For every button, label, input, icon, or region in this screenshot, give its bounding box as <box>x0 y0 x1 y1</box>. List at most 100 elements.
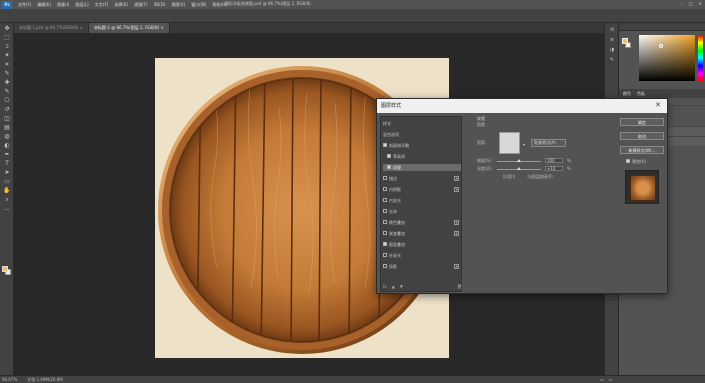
style-item[interactable]: 纹理 <box>383 164 461 171</box>
depth-input[interactable]: +10 <box>545 166 563 171</box>
style-item[interactable]: 描边 + <box>383 175 461 182</box>
menu-image[interactable]: 图像(I) <box>57 2 69 8</box>
pen-icon[interactable]: ✒ <box>3 151 11 158</box>
eyedropper-icon[interactable]: ✎ <box>3 70 11 77</box>
style-checkbox[interactable] <box>383 143 387 147</box>
zoom-level[interactable]: 66.67% <box>2 377 17 382</box>
menu-3d[interactable]: 3D(D) <box>154 2 166 7</box>
hue-slider[interactable] <box>698 35 703 81</box>
tab-color[interactable]: 颜色 <box>623 91 631 97</box>
adjustments-icon[interactable]: ◑ <box>608 47 616 53</box>
add-style-icon[interactable]: + <box>454 231 459 236</box>
dodge-icon[interactable]: ◐ <box>3 142 11 149</box>
scale-input[interactable]: 100 <box>545 158 563 163</box>
style-checkbox[interactable] <box>383 231 387 235</box>
style-item[interactable]: 外发光 <box>383 252 461 259</box>
close-window-icon[interactable]: ✕ <box>699 1 702 6</box>
history-brush-icon[interactable]: ↺ <box>3 106 11 113</box>
zoom-icon[interactable]: ⌕ <box>3 196 11 203</box>
maximize-icon[interactable]: □ <box>689 1 693 6</box>
foreground-color-swatch[interactable] <box>2 266 8 272</box>
style-checkbox[interactable] <box>383 220 387 224</box>
style-checkbox[interactable] <box>383 253 387 257</box>
style-item[interactable]: 斜面和浮雕 <box>383 142 461 149</box>
eraser-icon[interactable]: ◫ <box>3 115 11 122</box>
style-item[interactable]: 混合选项 <box>383 131 461 138</box>
scale-slider-thumb[interactable] <box>517 159 521 162</box>
shape-icon[interactable]: ▭ <box>3 178 11 185</box>
style-item[interactable]: 光泽 <box>383 208 461 215</box>
crop-icon[interactable]: ⌗ <box>3 61 11 68</box>
style-item[interactable]: 内发光 <box>383 197 461 204</box>
fx-icon[interactable]: fx <box>383 284 387 289</box>
type-icon[interactable]: T <box>3 160 11 167</box>
menu-edit[interactable]: 编辑(E) <box>37 2 51 8</box>
more-icon[interactable]: … <box>3 205 11 212</box>
menu-select[interactable]: 选择(S) <box>114 2 128 8</box>
style-checkbox[interactable] <box>387 165 391 169</box>
move-down-icon[interactable]: ▼ <box>400 284 403 289</box>
style-checkbox[interactable] <box>383 187 387 191</box>
style-checkbox[interactable] <box>383 209 387 213</box>
properties-icon[interactable]: ≡ <box>608 37 616 43</box>
stamp-icon[interactable]: ⎔ <box>3 97 11 104</box>
minimize-icon[interactable]: – <box>681 1 683 6</box>
new-style-button[interactable]: 新建样式(W)... <box>620 146 664 154</box>
scale-percent: % <box>567 158 571 163</box>
menu-view[interactable]: 视图(V) <box>171 2 185 8</box>
magic-wand-icon[interactable]: ✦ <box>3 52 11 59</box>
move-icon[interactable]: ✥ <box>3 25 11 32</box>
style-item[interactable]: 图案叠加 <box>383 241 461 248</box>
add-style-icon[interactable]: + <box>454 176 459 181</box>
status-icon[interactable]: ▭ <box>609 377 613 382</box>
style-checkbox[interactable] <box>383 242 387 246</box>
foreground-color-swatch[interactable] <box>622 38 628 44</box>
menu-filter[interactable]: 滤镜(T) <box>134 2 148 8</box>
add-style-icon[interactable]: + <box>454 264 459 269</box>
marquee-icon[interactable]: ⬚ <box>3 34 11 41</box>
style-checkbox[interactable] <box>387 154 391 158</box>
menu-layer[interactable]: 图层(L) <box>75 2 88 8</box>
pattern-dropdown-icon[interactable]: ▾ <box>523 142 525 147</box>
style-item[interactable]: 投影 + <box>383 263 461 270</box>
preview-checkbox-box[interactable] <box>626 159 630 163</box>
style-checkbox[interactable] <box>383 176 387 180</box>
link-with-layer-label[interactable]: 与图层链接(K) <box>527 174 553 180</box>
tab-swatches[interactable]: 色板 <box>637 91 645 97</box>
style-checkbox[interactable] <box>383 264 387 268</box>
style-item[interactable]: 样式 <box>383 120 461 127</box>
close-icon[interactable]: ✕ <box>655 101 661 110</box>
add-style-icon[interactable]: + <box>454 187 459 192</box>
menu-type[interactable]: 文字(Y) <box>95 2 109 8</box>
lasso-icon[interactable]: ↄ <box>3 43 11 50</box>
menu-file[interactable]: 文件(F) <box>18 2 31 8</box>
add-style-icon[interactable]: + <box>454 220 459 225</box>
hand-icon[interactable]: ✋ <box>3 187 11 194</box>
brush-icon[interactable]: ✎ <box>3 88 11 95</box>
menu-window[interactable]: 窗口(W) <box>191 2 206 8</box>
cancel-button[interactable]: 取消 <box>620 132 664 140</box>
history-icon[interactable]: ⟲ <box>608 27 616 33</box>
invert-checkbox-label[interactable]: 反相(I) <box>503 174 515 180</box>
depth-slider-thumb[interactable] <box>517 167 521 170</box>
ok-button[interactable]: 确定 <box>620 118 664 126</box>
healing-icon[interactable]: ✚ <box>3 79 11 86</box>
blur-icon[interactable]: ◍ <box>3 133 11 140</box>
brush-settings-icon[interactable]: ✎ <box>608 57 616 63</box>
pattern-preview[interactable] <box>499 132 520 154</box>
tab-document-2[interactable]: 未标题-2 @ 66.7%(图层 2, RGB/8) × <box>88 23 170 33</box>
style-item[interactable]: 内阴影 + <box>383 186 461 193</box>
move-up-icon[interactable]: ▲ <box>392 284 395 289</box>
path-select-icon[interactable]: ➤ <box>3 169 11 176</box>
tab-document-1[interactable]: 未标题-1.psd @ 66.7%(RGB/8) × <box>14 23 89 33</box>
color-field[interactable] <box>639 35 695 81</box>
preview-checkbox[interactable]: 预览(V) <box>626 159 646 165</box>
snap-to-origin-button[interactable]: 贴紧原点(A) <box>531 139 566 147</box>
style-item[interactable]: 颜色叠加 + <box>383 219 461 226</box>
style-item[interactable]: 等高线 <box>383 153 461 160</box>
trash-icon[interactable]: 🗑 <box>457 284 462 289</box>
status-icon[interactable]: ▭ <box>600 377 604 382</box>
style-item[interactable]: 渐变叠加 + <box>383 230 461 237</box>
style-checkbox[interactable] <box>383 198 387 202</box>
gradient-icon[interactable]: ▤ <box>3 124 11 131</box>
